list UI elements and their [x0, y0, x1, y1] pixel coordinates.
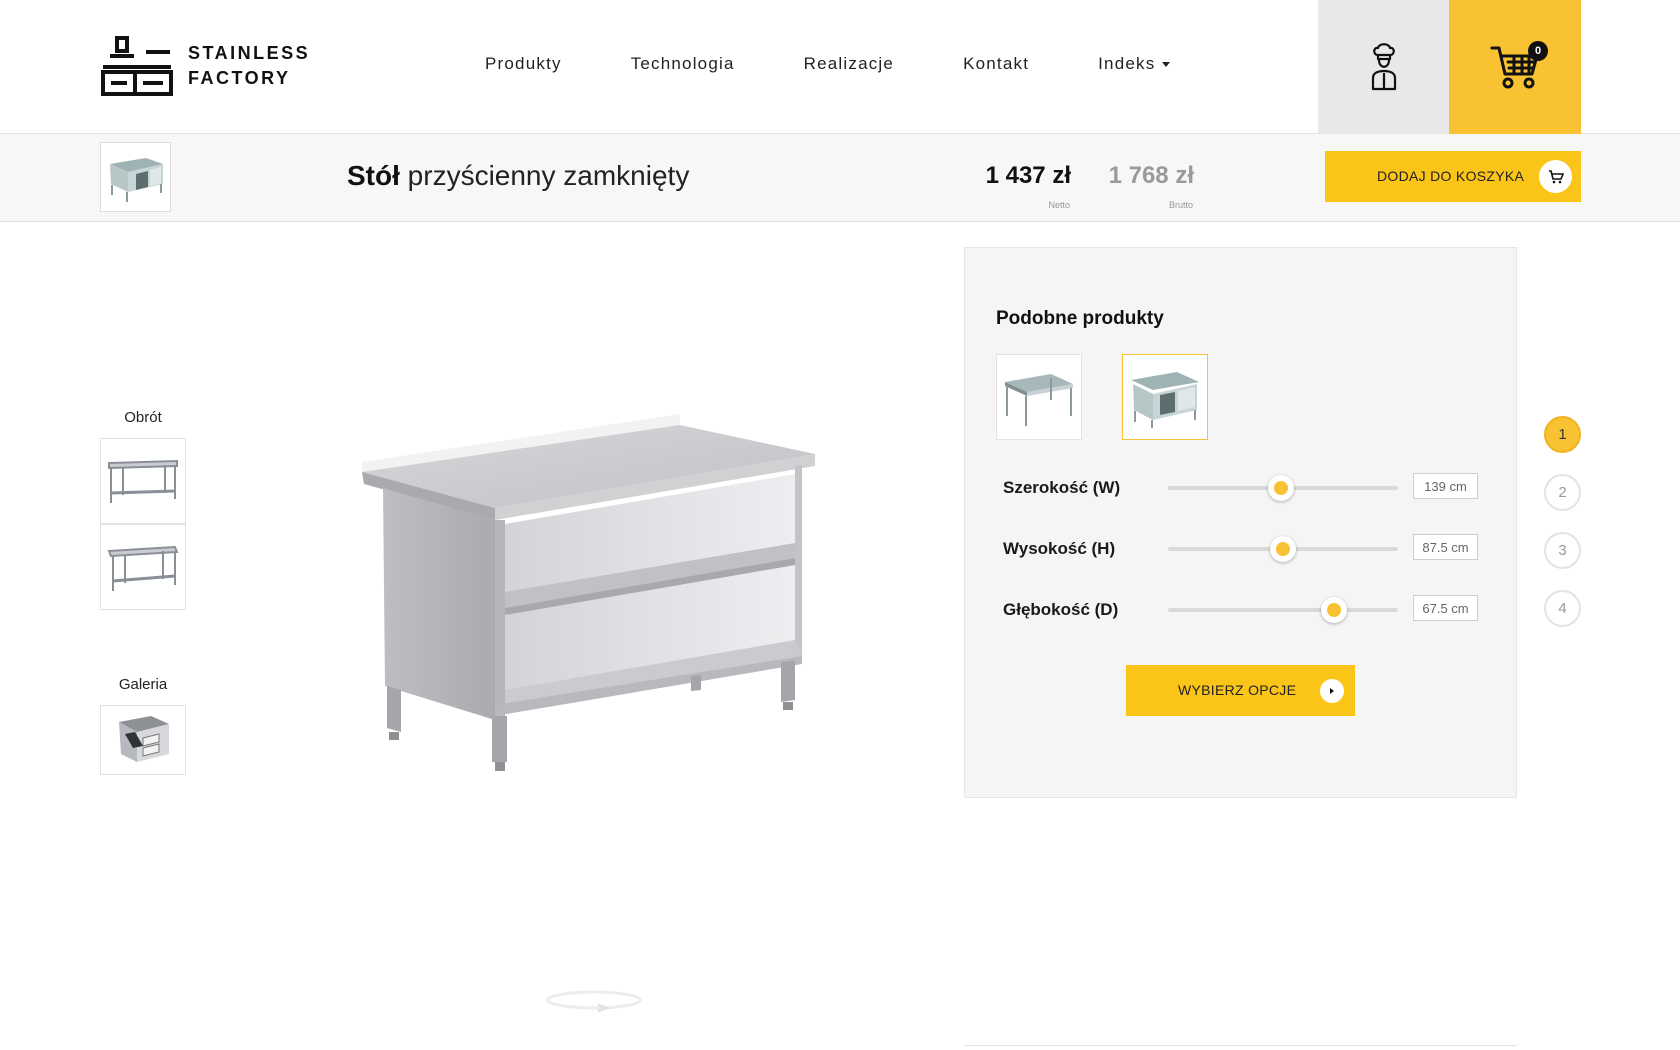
step-4[interactable]: 4 [1544, 590, 1581, 627]
height-input[interactable] [1413, 534, 1478, 560]
height-slider-handle[interactable] [1270, 536, 1296, 562]
price-net-label: Netto [1048, 200, 1070, 210]
product-title: Stół przyścienny zamknięty [347, 160, 689, 192]
nav-technologia[interactable]: Technologia [631, 54, 735, 74]
account-button[interactable] [1318, 0, 1449, 134]
configuration-panel: Podobne produkty Szerokość (W) Wysok [964, 247, 1517, 798]
width-label: Szerokość (W) [1003, 478, 1121, 497]
logo-text: STAINLESS FACTORY [188, 41, 310, 91]
depth-input[interactable] [1413, 595, 1478, 621]
nav-realizacje[interactable]: Realizacje [804, 54, 894, 74]
open-cabinet-table-image [362, 414, 815, 771]
cart-count-badge: 0 [1528, 41, 1548, 61]
site-header: STAINLESS FACTORY Produkty Technologia R… [0, 0, 1680, 134]
depth-slider-handle[interactable] [1320, 597, 1347, 623]
gallery-heading: Galeria [118, 676, 168, 693]
similar-products-heading: Podobne produkty [996, 308, 1164, 329]
product-3d-image[interactable] [355, 400, 825, 780]
add-to-cart-button[interactable]: DODAJ DO KOSZYKA [1325, 151, 1581, 202]
divider [964, 1045, 1517, 1046]
similar-product-closed-table[interactable] [1122, 354, 1208, 440]
chef-icon [1371, 43, 1396, 91]
width-slider-handle[interactable] [1267, 475, 1294, 501]
gallery-image [119, 716, 169, 762]
chevron-down-icon [1162, 62, 1171, 68]
chevron-right-icon [1320, 679, 1344, 703]
open-table-image [108, 459, 178, 503]
closed-table-image [1131, 372, 1199, 428]
step-2[interactable]: 2 [1544, 474, 1581, 511]
logo-icon [101, 36, 173, 96]
depth-label: Głębokość (D) [1003, 600, 1119, 619]
main-nav: Produkty Technologia Realizacje Kontakt … [485, 54, 1239, 74]
gallery-thumb[interactable] [100, 705, 186, 775]
height-control: Wysokość (H) [1003, 534, 1483, 564]
small-cart-icon [1539, 160, 1572, 193]
product-title-bold: Stół [347, 160, 400, 191]
logo-line-2: FACTORY [188, 68, 291, 88]
step-1[interactable]: 1 [1544, 416, 1581, 453]
height-label: Wysokość (H) [1003, 539, 1116, 558]
product-title-rest: przyścienny zamknięty [407, 160, 690, 191]
similar-product-open-table[interactable] [996, 354, 1082, 440]
nav-kontakt[interactable]: Kontakt [963, 54, 1029, 74]
nav-indeks-label: Indeks [1098, 54, 1156, 73]
cart-button[interactable]: 0 [1449, 0, 1581, 134]
step-3[interactable]: 3 [1544, 532, 1581, 569]
depth-slider-track[interactable] [1168, 597, 1398, 623]
choose-options-label: WYBIERZ OPCJE [1178, 682, 1297, 698]
logo-line-1: STAINLESS [188, 43, 311, 63]
add-to-cart-label: DODAJ DO KOSZYKA [1377, 168, 1525, 184]
height-slider-track[interactable] [1168, 536, 1398, 562]
price-net: 1 437 zł [985, 162, 1071, 189]
price-gross: 1 768 zł [1108, 162, 1194, 189]
width-control: Szerokość (W) [1003, 473, 1483, 503]
depth-control: Głębokość (D) [1003, 595, 1483, 625]
choose-options-button[interactable]: WYBIERZ OPCJE [1126, 665, 1355, 716]
product-bar: Stół przyścienny zamknięty 1 437 zł 1 76… [0, 134, 1680, 222]
logo[interactable]: STAINLESS FACTORY [100, 34, 310, 98]
open-table-image [107, 545, 179, 591]
nav-indeks[interactable]: Indeks [1098, 54, 1171, 74]
open-table-image [1005, 374, 1073, 426]
width-slider-track[interactable] [1168, 475, 1398, 501]
closed-table-image [109, 158, 163, 202]
rotation-thumb-1[interactable] [100, 438, 186, 524]
product-thumbnail [100, 142, 171, 212]
rotation-heading: Obrót [124, 409, 162, 426]
price-gross-label: Brutto [1168, 200, 1193, 210]
rotation-thumb-2[interactable] [100, 524, 186, 610]
nav-produkty[interactable]: Produkty [485, 54, 562, 74]
width-input[interactable] [1413, 473, 1478, 499]
rotate-360-icon [546, 988, 642, 1017]
